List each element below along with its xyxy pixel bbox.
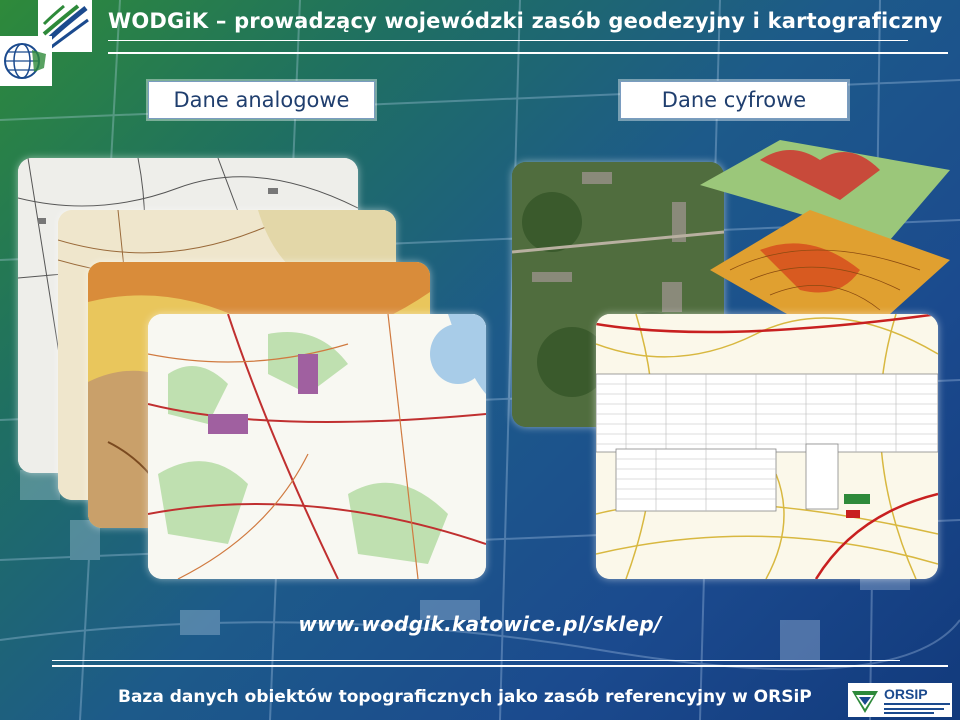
orsip-logo-icon	[852, 691, 878, 713]
road-map-image	[148, 314, 486, 579]
page-title: WODGiK – prowadzący wojewódzki zasób geo…	[108, 9, 943, 33]
analog-data-label: Dane analogowe	[148, 81, 375, 119]
footer-text: Baza danych obiektów topograficznych jak…	[118, 687, 812, 707]
orsip-logo-line	[884, 703, 950, 705]
title-underline	[108, 52, 948, 54]
analog-map-card-4	[148, 314, 486, 579]
vector-road-map-image	[596, 314, 938, 579]
footer-divider	[52, 665, 948, 667]
footer-divider-thin	[52, 660, 900, 661]
shop-url-link[interactable]: www.wodgik.katowice.pl/sklep/	[0, 612, 960, 636]
region-logo	[0, 36, 52, 86]
vector-map-card	[596, 314, 938, 579]
title-divider	[108, 40, 908, 41]
orsip-logo-line	[884, 708, 944, 710]
orsip-logo: ORSIP	[848, 683, 952, 717]
globe-icon	[4, 43, 46, 79]
orsip-logo-line	[884, 712, 934, 714]
digital-data-label: Dane cyfrowe	[620, 81, 848, 119]
orsip-logo-label: ORSIP	[884, 686, 928, 702]
